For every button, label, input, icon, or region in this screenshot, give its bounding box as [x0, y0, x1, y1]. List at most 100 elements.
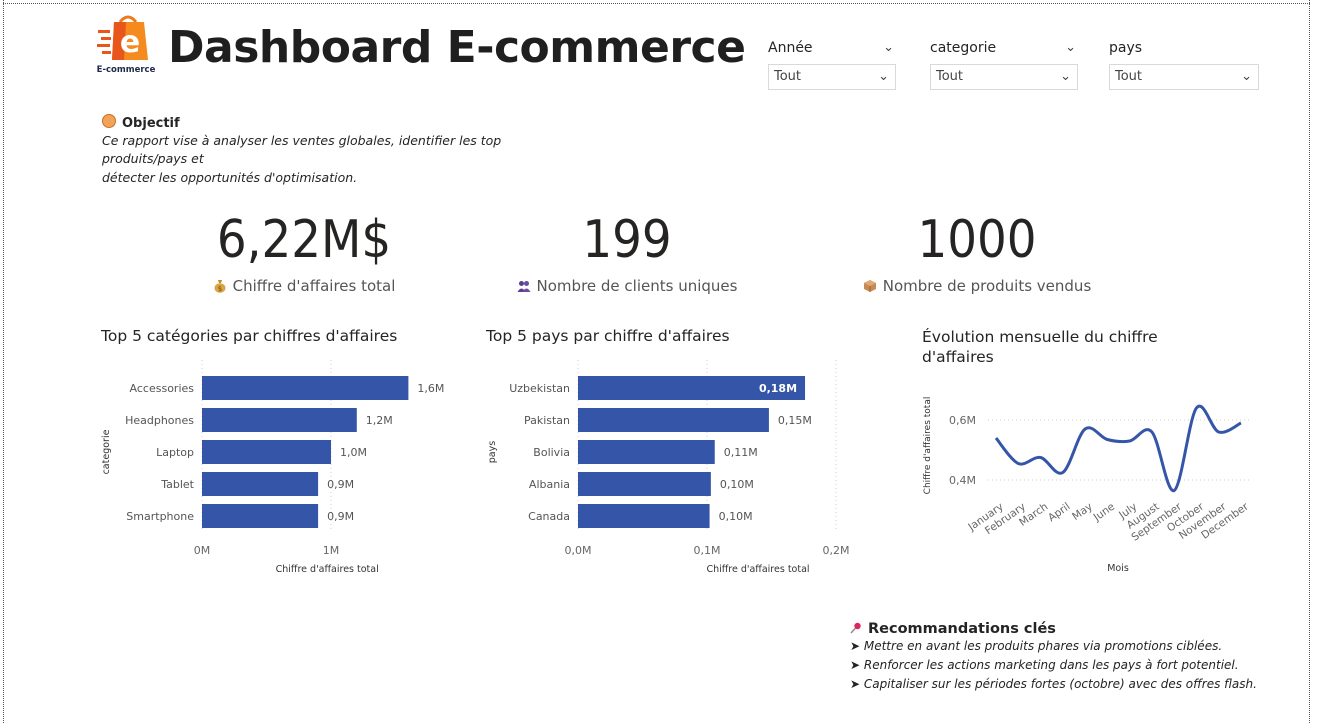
users-icon: [517, 281, 531, 292]
recommendation-item: ➤ Mettre en avant les produits phares vi…: [850, 639, 1223, 653]
x-tick-label: April: [1046, 501, 1073, 525]
y-tick-label: 0,6M: [949, 414, 976, 427]
kpi-label-products: Nombre de produits vendus: [882, 277, 1092, 295]
frame-border-right: [1309, 0, 1310, 723]
recommendations-section: Recommandations clés ➤ Mettre en avant l…: [850, 621, 1270, 694]
chevron-down-icon[interactable]: ⌄: [1065, 38, 1076, 58]
category-label: Accessories: [130, 382, 195, 395]
bar: [578, 440, 715, 464]
chevron-down-icon: ⌄: [1241, 69, 1252, 84]
bar: [578, 504, 710, 528]
x-axis-label: Mois: [1107, 563, 1129, 574]
pushpin-icon: [850, 622, 861, 634]
logo-text: E-commerce: [97, 65, 156, 75]
kpi-card-clients: 199 Nombre de clients uniques: [477, 205, 777, 295]
chevron-down-icon: ⌄: [1060, 69, 1071, 84]
chart3-title-line1: Évolution mensuelle du chiffre: [922, 328, 1158, 346]
objective-text-line2: détecter les opportunités d'optimisation…: [102, 170, 358, 185]
y-axis-label: Chiffre d'affaires total: [923, 397, 933, 495]
package-icon: [863, 280, 876, 292]
chart1-title: Top 5 catégories par chiffres d'affaires: [101, 327, 398, 345]
slicer-pays-label: pays: [1109, 40, 1143, 56]
x-tick-label: 1M: [323, 544, 340, 557]
kpi-label-revenue: Chiffre d'affaires total: [232, 277, 396, 295]
category-label: Canada: [528, 510, 570, 523]
data-label: 0,9M: [327, 510, 354, 523]
data-label: 0,10M: [720, 478, 754, 491]
objective-title: Objectif: [122, 116, 180, 131]
bar: [578, 408, 769, 432]
chart2-title: Top 5 pays par chiffre d'affaires: [486, 327, 730, 345]
slicer-categorie-label: categorie: [930, 40, 997, 56]
data-label: 0,10M: [719, 510, 753, 523]
slicer-annee[interactable]: Année ⌄ Tout ⌄: [768, 38, 896, 90]
data-label: 0,18M: [759, 382, 797, 395]
slicer-annee-label: Année: [768, 40, 813, 56]
series-line: [994, 404, 1242, 493]
kpi-value-products: 1000: [917, 210, 1037, 270]
kpi-card-products: 1000 Nombre de produits vendus: [827, 205, 1127, 295]
category-label: Bolivia: [533, 446, 570, 459]
y-axis-label: categorie: [101, 429, 112, 474]
kpi-value-clients: 199: [582, 210, 672, 270]
chart-monthly-revenue: 0,4M0,6MJanuaryFebruaryMarchAprilMayJune…: [923, 397, 1251, 574]
category-label: Smartphone: [126, 510, 194, 523]
slicer-categorie[interactable]: categorie ⌄ Tout ⌄: [930, 38, 1078, 90]
kpi-card-revenue: 6,22M$ $ Chiffre d'affaires total: [154, 205, 454, 295]
kpi-label-clients: Nombre de clients uniques: [536, 277, 738, 295]
bar: [202, 440, 331, 464]
data-label: 1,2M: [366, 414, 393, 427]
data-label: 0,9M: [327, 478, 354, 491]
data-label: 0,15M: [778, 414, 812, 427]
chart3-title-line2: d'affaires: [922, 348, 994, 366]
x-tick-label: 0,0M: [565, 544, 592, 557]
x-tick-label: June: [1091, 501, 1117, 525]
slicer-categorie-dropdown[interactable]: Tout ⌄: [930, 64, 1078, 90]
chart-top-categories: 0M 1M Accessories 1,6M Headphones 1,2M Laptop 1…: [101, 360, 444, 575]
slicer-categorie-value: Tout: [936, 69, 964, 84]
svg-text:e: e: [120, 25, 140, 60]
slicer-pays-value: Tout: [1115, 69, 1143, 84]
x-tick-label: 0,2M: [823, 544, 850, 557]
x-tick-label: May: [1070, 501, 1095, 523]
kpi-value-revenue: 6,22M$: [216, 210, 392, 270]
ecommerce-logo: e E-commerce: [96, 14, 156, 78]
frame-border-left: [3, 0, 4, 723]
slicer-pays[interactable]: pays Tout ⌄: [1109, 38, 1259, 90]
x-axis-label: Chiffre d'affaires total: [276, 564, 379, 575]
svg-text:$: $: [217, 285, 221, 293]
recommendation-item: ➤ Capitaliser sur les périodes fortes (o…: [850, 677, 1257, 691]
bar: [202, 472, 319, 496]
chart3-title: Évolution mensuelle du chiffre d'affaire…: [922, 327, 1158, 367]
bar: [202, 504, 319, 528]
frame-border-top: [3, 3, 1310, 4]
category-label: Uzbekistan: [509, 382, 570, 395]
data-label: 0,11M: [724, 446, 758, 459]
chart-top-countries: 0,0M 0,1M 0,2M Uzbekistan 0,18M Pakistan 0,15M…: [487, 360, 850, 575]
bar: [202, 408, 357, 432]
chevron-down-icon[interactable]: ⌄: [883, 38, 894, 58]
slicer-pays-dropdown[interactable]: Tout ⌄: [1109, 64, 1259, 90]
y-tick-label: 0,4M: [949, 474, 976, 487]
category-label: Albania: [529, 478, 570, 491]
bar: [202, 376, 409, 400]
data-label: 1,6M: [417, 382, 444, 395]
category-label: Pakistan: [524, 414, 570, 427]
shopping-bag-logo-icon: e E-commerce: [97, 15, 156, 75]
recommendation-item: ➤ Renforcer les actions marketing dans l…: [850, 658, 1239, 672]
category-label: Laptop: [156, 446, 194, 459]
page-title: Dashboard E-commerce: [168, 22, 746, 73]
compass-icon: [102, 114, 116, 128]
slicer-annee-dropdown[interactable]: Tout ⌄: [768, 64, 896, 90]
x-tick-label: 0,1M: [694, 544, 721, 557]
objective-text-line1: Ce rapport vise à analyser les ventes gl…: [102, 133, 502, 166]
bar: [578, 472, 711, 496]
x-tick-label: 0M: [194, 544, 211, 557]
y-axis-label: pays: [487, 441, 498, 463]
objective-section: Objectif Ce rapport vise à analyser les …: [102, 114, 582, 187]
x-axis-label: Chiffre d'affaires total: [706, 564, 809, 575]
category-label: Headphones: [125, 414, 194, 427]
slicer-annee-value: Tout: [774, 69, 802, 84]
chevron-down-icon: ⌄: [878, 69, 889, 84]
category-label: Tablet: [160, 478, 194, 491]
